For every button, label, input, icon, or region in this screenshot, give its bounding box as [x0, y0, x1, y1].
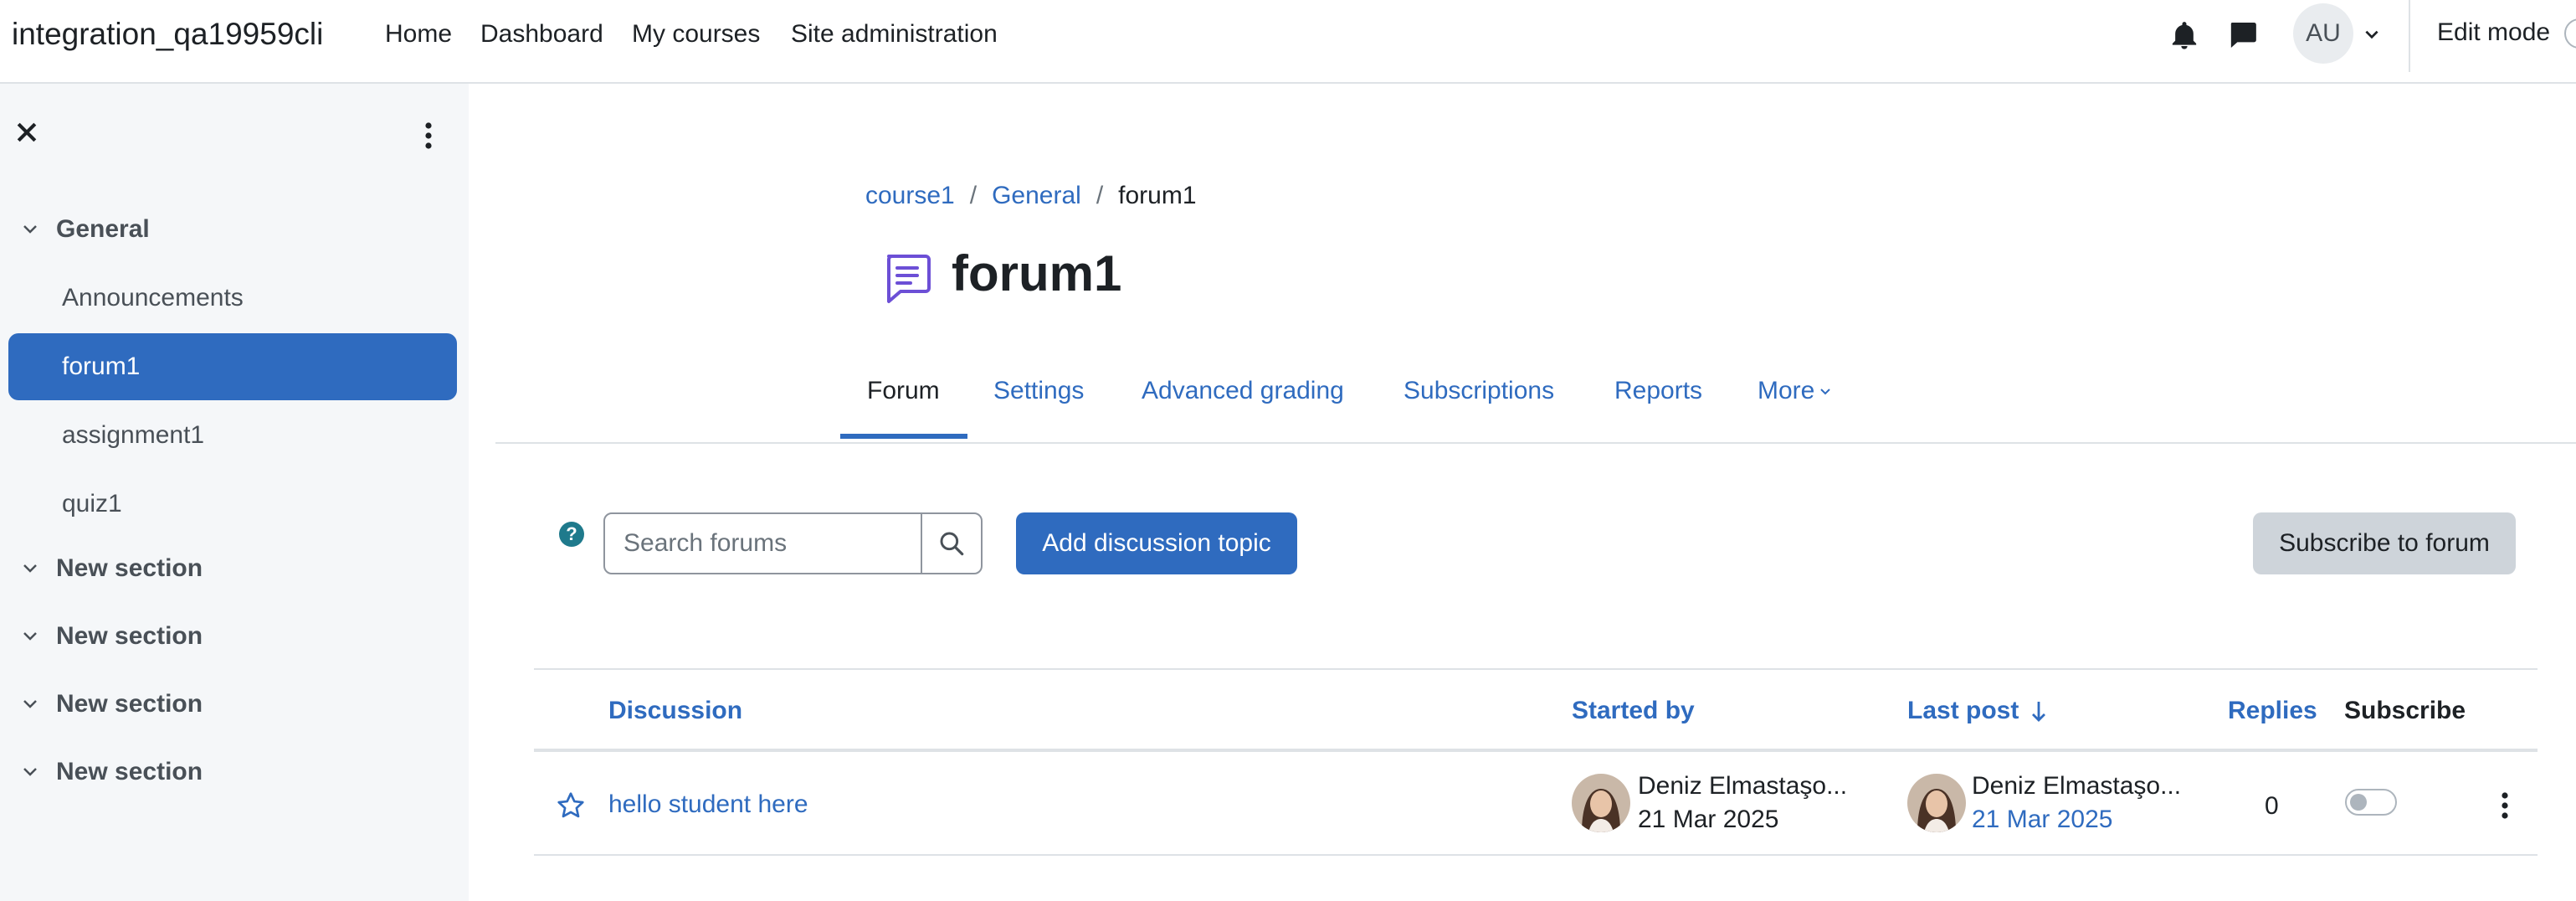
kebab-menu-icon[interactable]	[2499, 790, 2511, 821]
breadcrumb-course1[interactable]: course1	[865, 182, 955, 210]
user-avatar[interactable]: AU	[2293, 3, 2353, 64]
top-navbar: integration_qa19959cli Home Dashboard My…	[0, 0, 2576, 84]
add-discussion-button[interactable]: Add discussion topic	[1016, 512, 1297, 574]
section-new-2[interactable]: New section	[0, 607, 469, 666]
nav-link-my-courses[interactable]: My courses	[632, 20, 760, 49]
chat-icon[interactable]	[2226, 18, 2260, 52]
tab-settings[interactable]: Settings	[993, 377, 1084, 405]
search-input[interactable]	[603, 512, 922, 574]
table-border-bottom	[534, 854, 2538, 856]
chevron-down-icon	[1820, 389, 1831, 395]
tab-reports[interactable]: Reports	[1614, 377, 1702, 405]
kebab-menu-icon[interactable]	[418, 121, 439, 151]
avatar[interactable]	[1572, 774, 1630, 832]
active-tab-indicator	[840, 434, 967, 439]
replies-count[interactable]: 0	[2265, 792, 2279, 821]
chevron-down-icon[interactable]	[22, 630, 38, 643]
chevron-down-icon[interactable]	[22, 562, 38, 575]
header-last-post[interactable]: Last post	[1907, 697, 2047, 725]
tab-forum[interactable]: Forum	[867, 377, 940, 405]
activity-quiz1[interactable]: quiz1	[8, 471, 457, 538]
activity-forum1[interactable]: forum1	[8, 333, 457, 400]
breadcrumb: course1 / General / forum1	[865, 182, 1197, 210]
nav-link-home[interactable]: Home	[385, 20, 452, 49]
last-post-name[interactable]: Deniz Elmastaşo...	[1972, 772, 2181, 801]
table-header-divider	[534, 749, 2538, 752]
tab-subscriptions[interactable]: Subscriptions	[1403, 377, 1554, 405]
section-new-4[interactable]: New section	[0, 743, 469, 801]
search-icon	[940, 532, 964, 556]
chevron-down-icon[interactable]	[22, 698, 38, 711]
section-new-1[interactable]: New section	[0, 539, 469, 598]
help-icon[interactable]: ?	[559, 522, 584, 547]
section-label: New section	[56, 758, 203, 785]
header-started-by[interactable]: Started by	[1572, 697, 1695, 725]
nav-link-site-administration[interactable]: Site administration	[791, 20, 998, 49]
bell-icon[interactable]	[2168, 18, 2201, 52]
activity-assignment1[interactable]: assignment1	[8, 402, 457, 469]
header-subscribe: Subscribe	[2344, 697, 2466, 724]
breadcrumb-general[interactable]: General	[992, 182, 1081, 210]
activity-label: Announcements	[62, 284, 244, 311]
started-by-name[interactable]: Deniz Elmastaşo...	[1638, 772, 1847, 801]
edit-mode-label: Edit mode	[2437, 18, 2551, 46]
started-by-date: 21 Mar 2025	[1638, 806, 1779, 833]
activity-announcements[interactable]: Announcements	[8, 265, 457, 332]
edit-mode-toggle[interactable]	[2564, 18, 2576, 49]
navbar-divider	[2409, 0, 2410, 72]
breadcrumb-separator: /	[969, 182, 978, 209]
last-post-date-link[interactable]: 21 Mar 2025	[1972, 806, 2112, 834]
page-title: forum1	[952, 245, 1122, 301]
arrow-down-icon	[2032, 702, 2046, 723]
section-label: New section	[56, 622, 203, 650]
subscribe-toggle[interactable]	[2345, 789, 2397, 816]
secondary-navigation: Forum Settings Advanced grading Subscrip…	[495, 360, 2576, 444]
chevron-down-icon[interactable]	[2363, 25, 2381, 44]
site-name[interactable]: integration_qa19959cli	[12, 17, 323, 52]
header-discussion[interactable]: Discussion	[608, 697, 742, 725]
activity-label: assignment1	[62, 421, 205, 449]
discussion-link[interactable]: hello student here	[608, 790, 808, 819]
avatar[interactable]	[1907, 774, 1966, 832]
tab-more[interactable]: More	[1758, 377, 1831, 405]
section-label: General	[56, 215, 150, 243]
header-replies[interactable]: Replies	[2228, 697, 2317, 725]
section-general[interactable]: General	[0, 200, 469, 259]
tab-advanced-grading[interactable]: Advanced grading	[1142, 377, 1344, 405]
activity-label: quiz1	[62, 490, 122, 517]
forum-icon	[887, 255, 931, 303]
course-index-drawer: General Announcements forum1 assignment1…	[0, 84, 469, 901]
nav-link-dashboard[interactable]: Dashboard	[480, 20, 603, 49]
breadcrumb-separator: /	[1096, 182, 1104, 209]
section-label: New section	[56, 690, 203, 718]
breadcrumb-forum1: forum1	[1118, 182, 1197, 209]
search-button[interactable]	[921, 512, 983, 574]
chevron-down-icon[interactable]	[22, 223, 38, 236]
header-last-post-label: Last post	[1907, 697, 2019, 724]
table-border-top	[534, 668, 2538, 670]
subscribe-to-forum-button[interactable]: Subscribe to forum	[2253, 512, 2516, 574]
activity-label: forum1	[62, 353, 141, 380]
star-icon[interactable]	[556, 790, 586, 821]
section-new-3[interactable]: New section	[0, 675, 469, 734]
close-icon[interactable]	[15, 121, 38, 144]
chevron-down-icon[interactable]	[22, 765, 38, 779]
tab-more-label: More	[1758, 377, 1815, 404]
section-label: New section	[56, 554, 203, 582]
